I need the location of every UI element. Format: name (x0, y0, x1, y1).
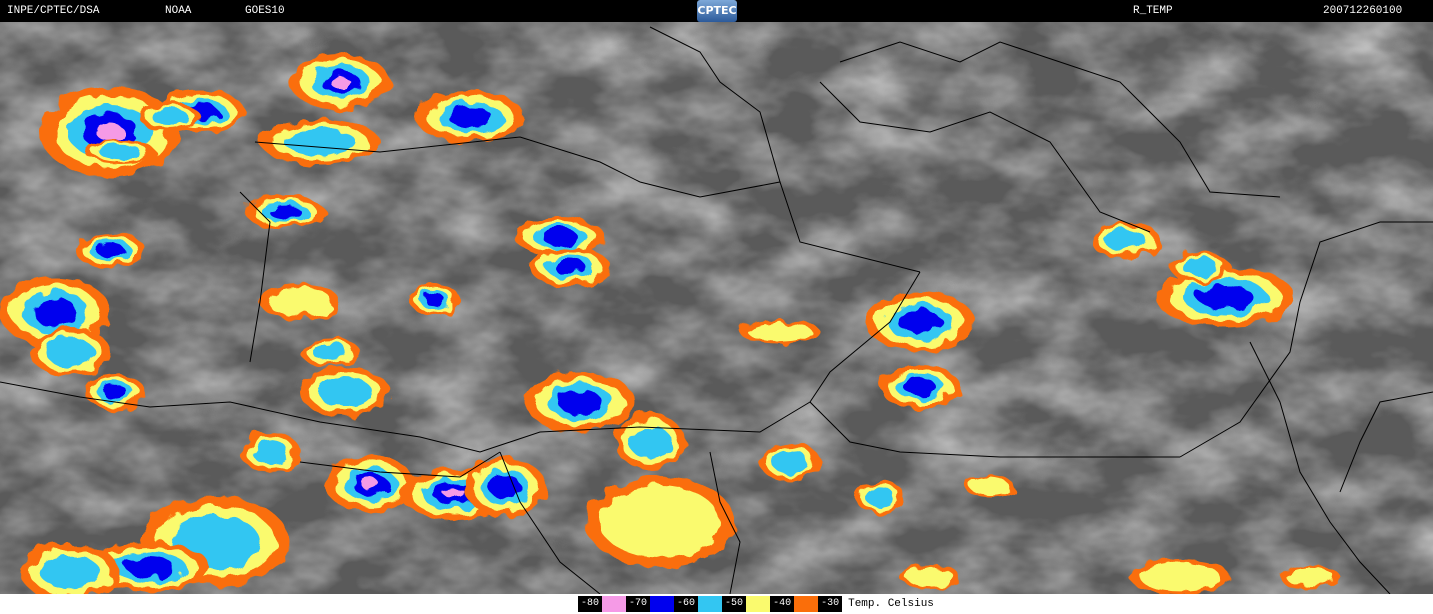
storm-cell (865, 487, 895, 507)
storm-cell (96, 123, 124, 141)
storm-cell (558, 390, 602, 414)
storm-cell (1104, 229, 1146, 251)
legend-item: -70 (626, 596, 675, 612)
satellite-label: GOES10 (245, 5, 285, 17)
legend-item: -60 (674, 596, 723, 612)
header-bar: INPE/CPTEC/DSA NOAA GOES10 CPTEC R_TEMP … (0, 0, 1433, 22)
storm-cell (252, 440, 288, 464)
legend-swatch (698, 596, 723, 612)
legend-swatch (602, 596, 627, 612)
legend-item: -30 (818, 596, 843, 612)
storm-cell (99, 144, 141, 160)
cptec-logo: CPTEC (697, 0, 737, 22)
storm-cell (906, 567, 954, 587)
legend-label: -70 (626, 596, 651, 612)
storm-cell (1182, 258, 1218, 276)
storm-cell (284, 128, 356, 156)
storm-cell (269, 205, 301, 219)
storm-cell (629, 425, 671, 459)
storm-cell (970, 479, 1010, 495)
institution-label: INPE/CPTEC/DSA (7, 5, 100, 17)
storm-cell (40, 555, 100, 589)
storm-cell (318, 377, 372, 407)
storm-cell (152, 108, 188, 126)
storm-cell (448, 107, 492, 127)
legend-swatch (650, 596, 675, 612)
product-label: R_TEMP (1133, 5, 1173, 17)
storm-cell (600, 486, 720, 558)
storm-cell (312, 343, 348, 361)
legend-unit-label: Temp. Celsius (848, 598, 934, 610)
legend-label: -80 (578, 596, 603, 612)
temperature-legend: -80 -70 -60 -50 -40 -30 Temp. Celsius (578, 596, 934, 612)
storm-cell (898, 310, 942, 334)
storm-cell (772, 450, 808, 474)
storm-cell (96, 242, 124, 258)
legend-swatch (794, 596, 819, 612)
storm-cell (46, 337, 94, 367)
legend-label: -30 (818, 596, 843, 612)
storm-cell (1140, 562, 1220, 592)
datetime-label: 200712260100 (1323, 5, 1403, 17)
storm-cell (489, 475, 521, 499)
storm-cell (1197, 285, 1253, 309)
storm-cell (748, 322, 812, 342)
legend-label: -40 (770, 596, 795, 612)
storm-cell (361, 478, 379, 490)
legend-item: -50 (722, 596, 771, 612)
storm-cell (330, 76, 350, 88)
storm-cell (542, 229, 578, 245)
legend-label: -50 (722, 596, 747, 612)
storm-cell (904, 378, 936, 396)
storm-cell (425, 293, 445, 307)
storm-cell (444, 488, 466, 500)
storm-cell (554, 259, 586, 275)
legend-swatch (746, 596, 771, 612)
legend-item: -40 (770, 596, 819, 612)
legend-item: -80 (578, 596, 627, 612)
storm-cell (1286, 567, 1334, 587)
storm-cell (126, 557, 174, 577)
legend-label: -60 (674, 596, 699, 612)
storm-cell (268, 287, 332, 317)
storm-cell (33, 298, 77, 326)
satellite-image (0, 22, 1433, 594)
storm-cell (103, 384, 127, 400)
agency-label: NOAA (165, 5, 192, 17)
